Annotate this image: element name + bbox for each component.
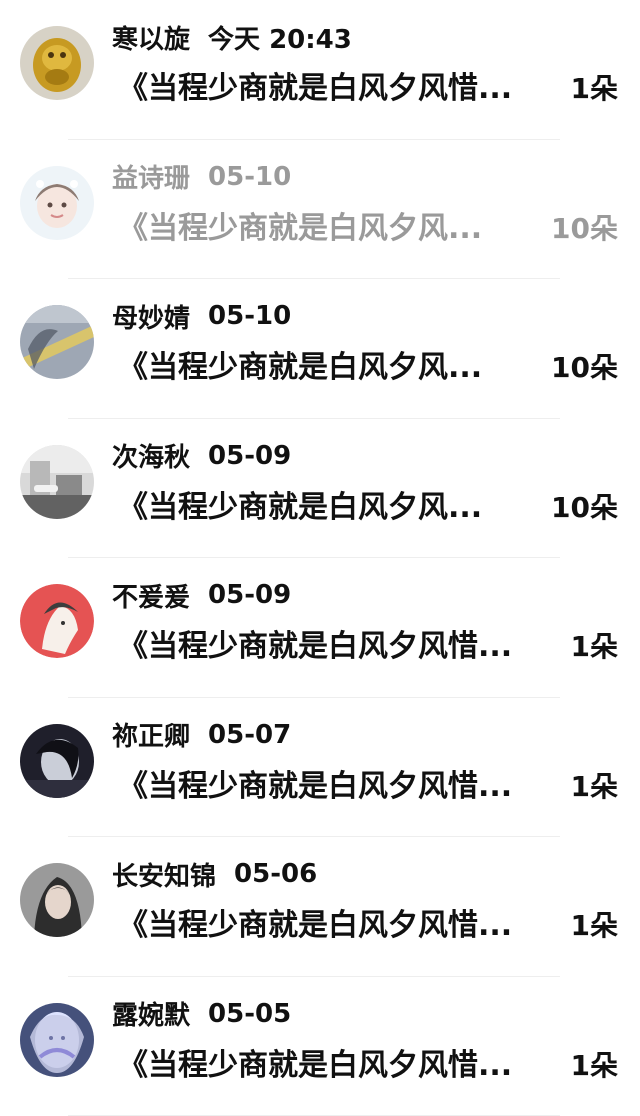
timestamp: 05-10 (208, 162, 291, 192)
fantasy-character-avatar (20, 1003, 94, 1077)
list-item[interactable]: 露婉默 05-05 《当程少商就是白风夕风惜... 1朵 (0, 977, 640, 1116)
timestamp: 05-06 (234, 859, 317, 889)
flower-count: 10朵 (551, 489, 618, 527)
record-meta: 不爰爰 05-09 (112, 578, 291, 612)
user-name: 露婉默 (112, 995, 190, 1032)
list-item[interactable]: 祢正卿 05-07 《当程少商就是白风夕风惜... 1朵 (0, 698, 640, 838)
flower-count: 1朵 (571, 768, 618, 806)
record-meta: 长安知锦 05-06 (112, 857, 317, 891)
timestamp: 05-10 (208, 301, 291, 331)
user-name: 祢正卿 (112, 716, 190, 753)
timestamp: 05-09 (208, 580, 291, 610)
record-meta: 祢正卿 05-07 (112, 718, 291, 752)
user-name: 寒以旋 (112, 19, 190, 56)
book-title[interactable]: 《当程少商就是白风夕风... (118, 210, 550, 248)
timestamp: 05-07 (208, 720, 291, 750)
dark-portrait-avatar (20, 724, 94, 798)
timestamp: 05-05 (208, 999, 291, 1029)
gift-record-list: 寒以旋 今天 20:43 《当程少商就是白风夕风惜... 1朵 益诗珊 05-1… (0, 0, 640, 1109)
book-title[interactable]: 《当程少商就是白风夕风惜... (118, 628, 550, 666)
avatar[interactable] (20, 166, 94, 240)
avatar[interactable] (20, 863, 94, 937)
book-title[interactable]: 《当程少商就是白风夕风惜... (118, 907, 550, 945)
flower-count: 1朵 (571, 1047, 618, 1085)
avatar[interactable] (20, 1003, 94, 1077)
user-name: 次海秋 (112, 437, 190, 474)
flower-count: 1朵 (571, 70, 618, 108)
book-title[interactable]: 《当程少商就是白风夕风惜... (118, 768, 550, 806)
avatar[interactable] (20, 584, 94, 658)
red-illustration-avatar (20, 584, 94, 658)
book-title[interactable]: 《当程少商就是白风夕风惜... (118, 1047, 550, 1085)
flower-count: 10朵 (551, 210, 618, 248)
list-item[interactable]: 母妙婧 05-10 《当程少商就是白风夕风... 10朵 (0, 279, 640, 419)
record-meta: 母妙婧 05-10 (112, 299, 291, 333)
book-title[interactable]: 《当程少商就是白风夕风惜... (118, 70, 550, 108)
flower-count: 1朵 (571, 907, 618, 945)
book-title[interactable]: 《当程少商就是白风夕风... (118, 349, 550, 387)
record-meta: 寒以旋 今天 20:43 (112, 20, 352, 54)
cute-girl-filter-avatar (20, 166, 94, 240)
list-item[interactable]: 益诗珊 05-10 《当程少商就是白风夕风... 10朵 (0, 140, 640, 280)
user-name: 益诗珊 (112, 158, 190, 195)
user-name: 长安知锦 (112, 856, 216, 893)
book-title[interactable]: 《当程少商就是白风夕风... (118, 489, 550, 527)
flower-count: 1朵 (571, 628, 618, 666)
room-photo-avatar (20, 445, 94, 519)
record-meta: 益诗珊 05-10 (112, 160, 291, 194)
timestamp: 05-09 (208, 441, 291, 471)
road-shadow-avatar (20, 305, 94, 379)
avatar[interactable] (20, 305, 94, 379)
user-name: 母妙婧 (112, 298, 190, 335)
golden-monkey-figurine-avatar (20, 26, 94, 100)
list-item[interactable]: 长安知锦 05-06 《当程少商就是白风夕风惜... 1朵 (0, 837, 640, 977)
list-item[interactable]: 不爰爰 05-09 《当程少商就是白风夕风惜... 1朵 (0, 558, 640, 698)
list-item[interactable]: 次海秋 05-09 《当程少商就是白风夕风... 10朵 (0, 419, 640, 559)
record-meta: 露婉默 05-05 (112, 997, 291, 1031)
avatar[interactable] (20, 26, 94, 100)
timestamp: 今天 20:43 (208, 19, 352, 56)
user-name: 不爰爰 (112, 577, 190, 614)
avatar[interactable] (20, 724, 94, 798)
record-meta: 次海秋 05-09 (112, 439, 291, 473)
flower-count: 10朵 (551, 349, 618, 387)
avatar[interactable] (20, 445, 94, 519)
girl-portrait-avatar (20, 863, 94, 937)
list-item[interactable]: 寒以旋 今天 20:43 《当程少商就是白风夕风惜... 1朵 (0, 0, 640, 140)
